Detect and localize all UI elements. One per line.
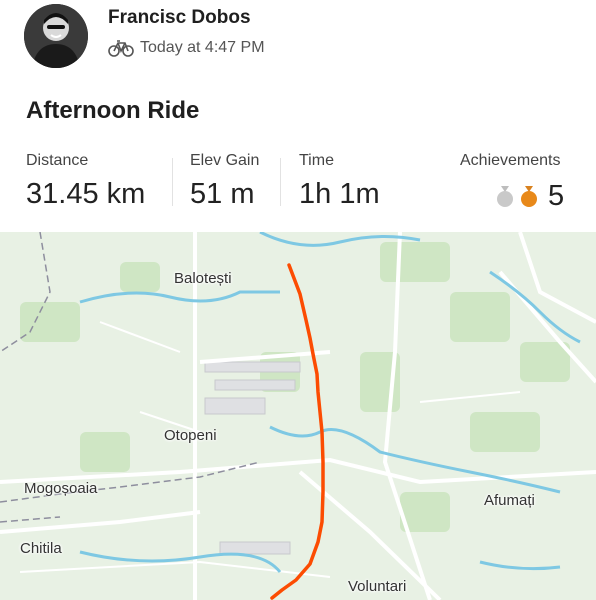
place-label: Mogoșoaia bbox=[24, 480, 98, 497]
place-label: Voluntari bbox=[348, 578, 407, 595]
stat-time-label: Time bbox=[299, 152, 334, 169]
activity-header: Francisc Dobos Today at 4:47 PM Afternoo… bbox=[0, 0, 596, 232]
place-label: Balotești bbox=[174, 270, 232, 287]
map-canvas bbox=[0, 232, 596, 600]
place-label: Otopeni bbox=[164, 427, 217, 444]
stat-achievements-label: Achievements bbox=[460, 152, 561, 169]
route-map[interactable]: Balotești Otopeni Mogoșoaia Chitila Afum… bbox=[0, 232, 596, 600]
stat-distance-label: Distance bbox=[26, 152, 89, 169]
stat-distance: Distance 31.45 km bbox=[26, 152, 145, 211]
place-label: Afumați bbox=[484, 492, 535, 509]
stat-elev-gain-value: 51 m bbox=[190, 178, 255, 210]
bronze-medal-icon bbox=[520, 185, 538, 208]
athlete-name[interactable]: Francisc Dobos bbox=[108, 7, 251, 29]
stat-distance-value: 31.45 km bbox=[26, 178, 146, 210]
bike-icon bbox=[108, 39, 134, 57]
stat-time-value: 1h 1m bbox=[299, 178, 380, 210]
stat-time: Time 1h 1m bbox=[299, 152, 380, 211]
activity-title[interactable]: Afternoon Ride bbox=[26, 97, 199, 125]
stat-divider bbox=[280, 158, 281, 206]
place-label: Chitila bbox=[20, 540, 62, 557]
activity-meta: Today at 4:47 PM bbox=[108, 39, 265, 57]
avatar[interactable] bbox=[24, 4, 88, 68]
stat-achievements[interactable]: Achievements bbox=[460, 152, 561, 170]
achievements-summary[interactable]: 5 bbox=[496, 180, 564, 213]
stat-elev-gain: Elev Gain 51 m bbox=[190, 152, 259, 211]
activity-timestamp: Today at 4:47 PM bbox=[140, 39, 265, 56]
stat-divider bbox=[172, 158, 173, 206]
silver-medal-icon bbox=[496, 185, 514, 208]
stat-elev-gain-label: Elev Gain bbox=[190, 152, 260, 169]
achievements-count: 5 bbox=[548, 180, 565, 212]
